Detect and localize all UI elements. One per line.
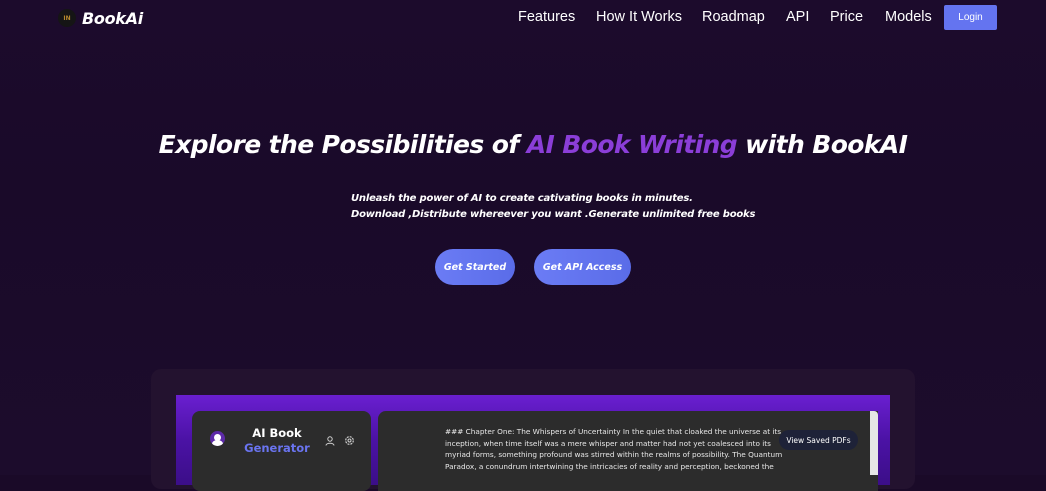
view-saved-pdfs-button[interactable]: View Saved PDFs (779, 430, 858, 450)
nav-link-models[interactable]: Models (885, 9, 932, 25)
document-text: ### Chapter One: The Whispers of Uncerta… (445, 426, 790, 473)
get-started-button[interactable]: Get Started (435, 249, 515, 285)
nav-links: Features How It Works Roadmap API Price … (0, 0, 1046, 36)
document-line: inception, when time itself was a mere w… (445, 438, 771, 448)
hero-title-start: Explore the Possibilities of (158, 130, 527, 159)
document-line: Paradox, a conundrum intertwining the in… (445, 462, 774, 472)
hero-title: Explore the Possibilities of AI Book Wri… (0, 130, 1046, 159)
hero-subtitle: Unleash the power of AI to create cativa… (351, 191, 755, 223)
get-api-access-button[interactable]: Get API Access (534, 249, 631, 285)
hero-subtitle-line-1: Unleash the power of AI to create cativa… (351, 193, 693, 204)
gear-icon[interactable] (344, 435, 355, 446)
nav-link-price[interactable]: Price (830, 9, 863, 25)
generator-title-line-1: AI Book (252, 426, 302, 440)
hero-title-accent: AI Book Writing (526, 130, 738, 159)
document-line: ### Chapter One: The Whispers of Uncerta… (445, 427, 782, 436)
document-line: myriad forms, something profound was sti… (445, 450, 783, 460)
nav-link-how-it-works[interactable]: How It Works (596, 9, 682, 25)
user-icon[interactable] (325, 436, 335, 446)
hero-title-end: with BookAI (737, 130, 908, 159)
nav-link-api[interactable]: API (786, 9, 809, 25)
avatar-icon (210, 431, 225, 446)
nav-link-roadmap[interactable]: Roadmap (702, 9, 765, 25)
top-navbar: IN BookAi Features How It Works Roadmap … (0, 0, 1046, 36)
document-scrollbar[interactable] (870, 411, 878, 475)
hero-subtitle-line-2: Download ,Distribute whereever you want … (351, 209, 756, 220)
nav-link-features[interactable]: Features (518, 9, 575, 25)
login-button[interactable]: Login (944, 5, 997, 30)
generator-title-line-2: Generator (244, 441, 310, 455)
